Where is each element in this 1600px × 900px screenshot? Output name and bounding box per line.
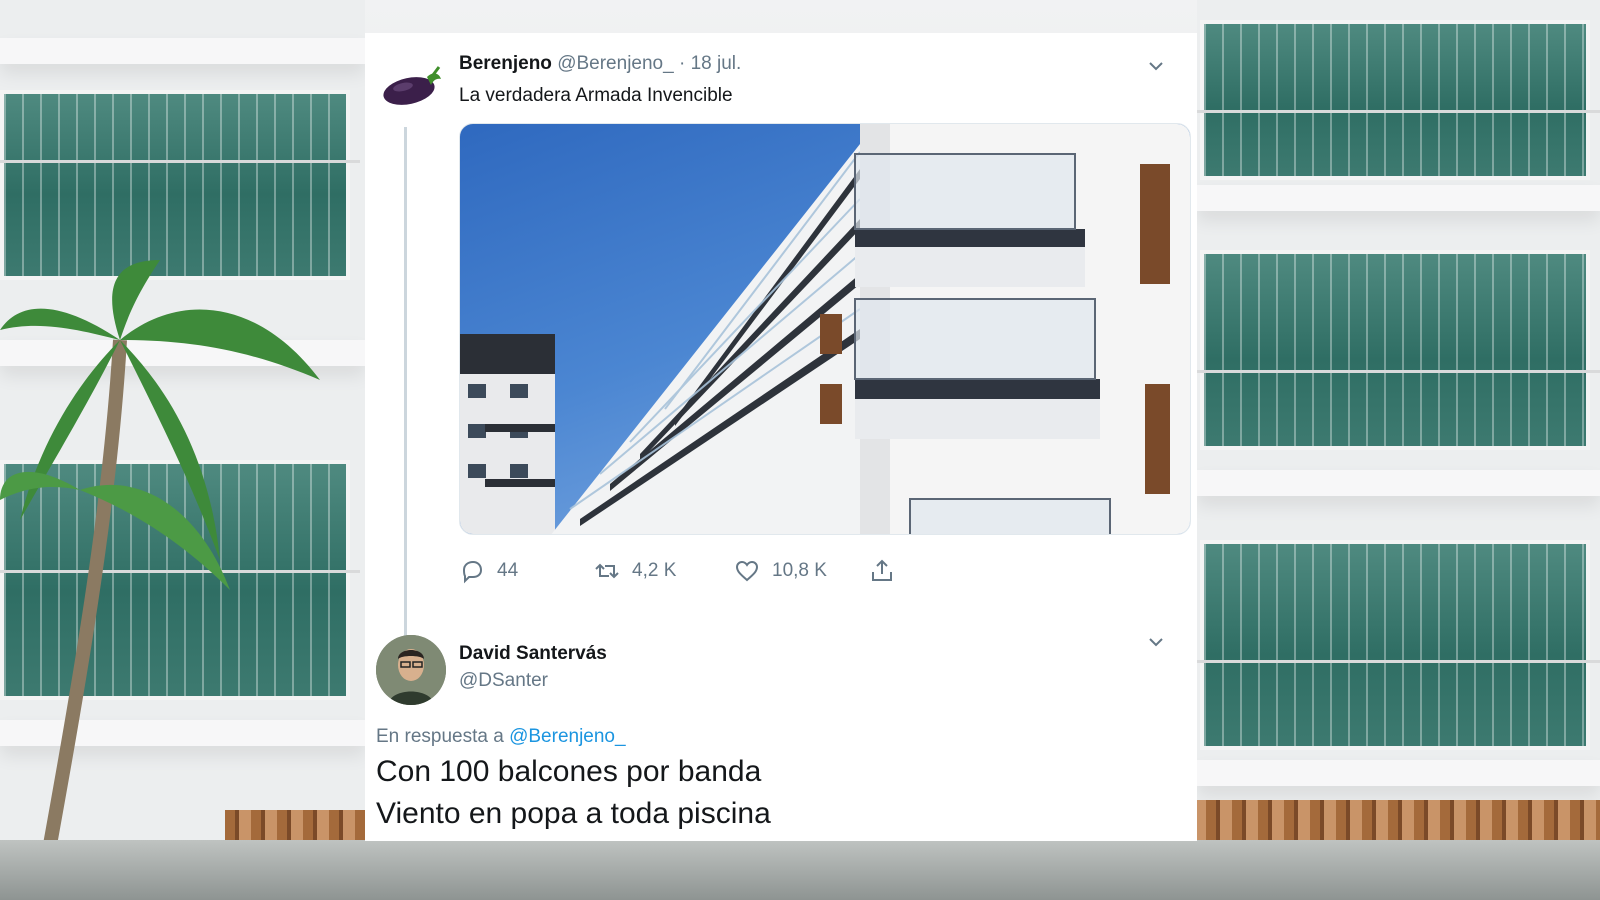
reply-text: Con 100 balcones por banda Viento en pop… (376, 751, 771, 835)
balcony-rail (0, 160, 360, 163)
in-reply-prefix: En respuesta a (376, 726, 504, 747)
reply-author-photo (376, 635, 446, 705)
reply-count: 44 (497, 560, 519, 581)
tweet-media-photo[interactable] (459, 123, 1191, 535)
share-action[interactable] (869, 551, 895, 591)
floor-slab (1197, 760, 1600, 786)
eggplant-icon[interactable] (381, 63, 443, 109)
floor-slab (1197, 470, 1600, 496)
balcony-rail (1197, 110, 1600, 113)
retweet-count: 4,2 K (632, 560, 677, 581)
reply-line: Viento en popa a toda piscina (376, 797, 771, 830)
tweet-action-bar: 44 4,2 K 10,8 K (459, 551, 919, 591)
tweet-date[interactable]: 18 jul. (691, 53, 742, 74)
ground-floor (0, 840, 1600, 900)
avatar[interactable] (376, 635, 446, 705)
thread-connector-line (404, 127, 407, 657)
author-name[interactable]: Berenjeno (459, 53, 552, 74)
floor-slab (0, 38, 365, 64)
retweet-icon (595, 563, 619, 579)
retweet-action[interactable]: 4,2 K (594, 551, 676, 591)
chevron-down-icon[interactable] (1147, 633, 1165, 651)
tweet-header: Berenjeno @Berenjeno_ · 18 jul. (459, 53, 741, 75)
balcony-rail (1197, 660, 1600, 663)
heart-icon (735, 560, 759, 582)
tweet-screenshot-card: Berenjeno @Berenjeno_ · 18 jul. La verda… (365, 33, 1197, 841)
reply-author-name[interactable]: David Santervás (459, 643, 607, 665)
balcony-rail (1197, 370, 1600, 373)
reply-author-handle[interactable]: @DSanter (459, 670, 548, 692)
balconies-illustration (460, 124, 1190, 534)
reply-line: Con 100 balcones por banda (376, 755, 762, 788)
share-icon (872, 559, 892, 581)
like-count: 10,8 K (772, 560, 827, 581)
window (0, 90, 350, 280)
tweet-text: La verdadera Armada Invencible (459, 85, 733, 106)
author-handle[interactable]: @Berenjeno_ (557, 53, 673, 74)
window (1200, 540, 1590, 750)
window (1200, 20, 1590, 180)
floor-slab (1197, 185, 1600, 211)
header-separator: · (678, 53, 686, 74)
window (1200, 250, 1590, 450)
like-action[interactable]: 10,8 K (734, 551, 827, 591)
palm-tree (0, 260, 320, 900)
mention-link[interactable]: @Berenjeno_ (509, 726, 625, 747)
in-reply-to-line: En respuesta a @Berenjeno_ (376, 726, 626, 748)
reply-action[interactable]: 44 (459, 551, 518, 591)
speech-bubble-icon (462, 560, 483, 584)
chevron-down-icon[interactable] (1147, 57, 1165, 75)
